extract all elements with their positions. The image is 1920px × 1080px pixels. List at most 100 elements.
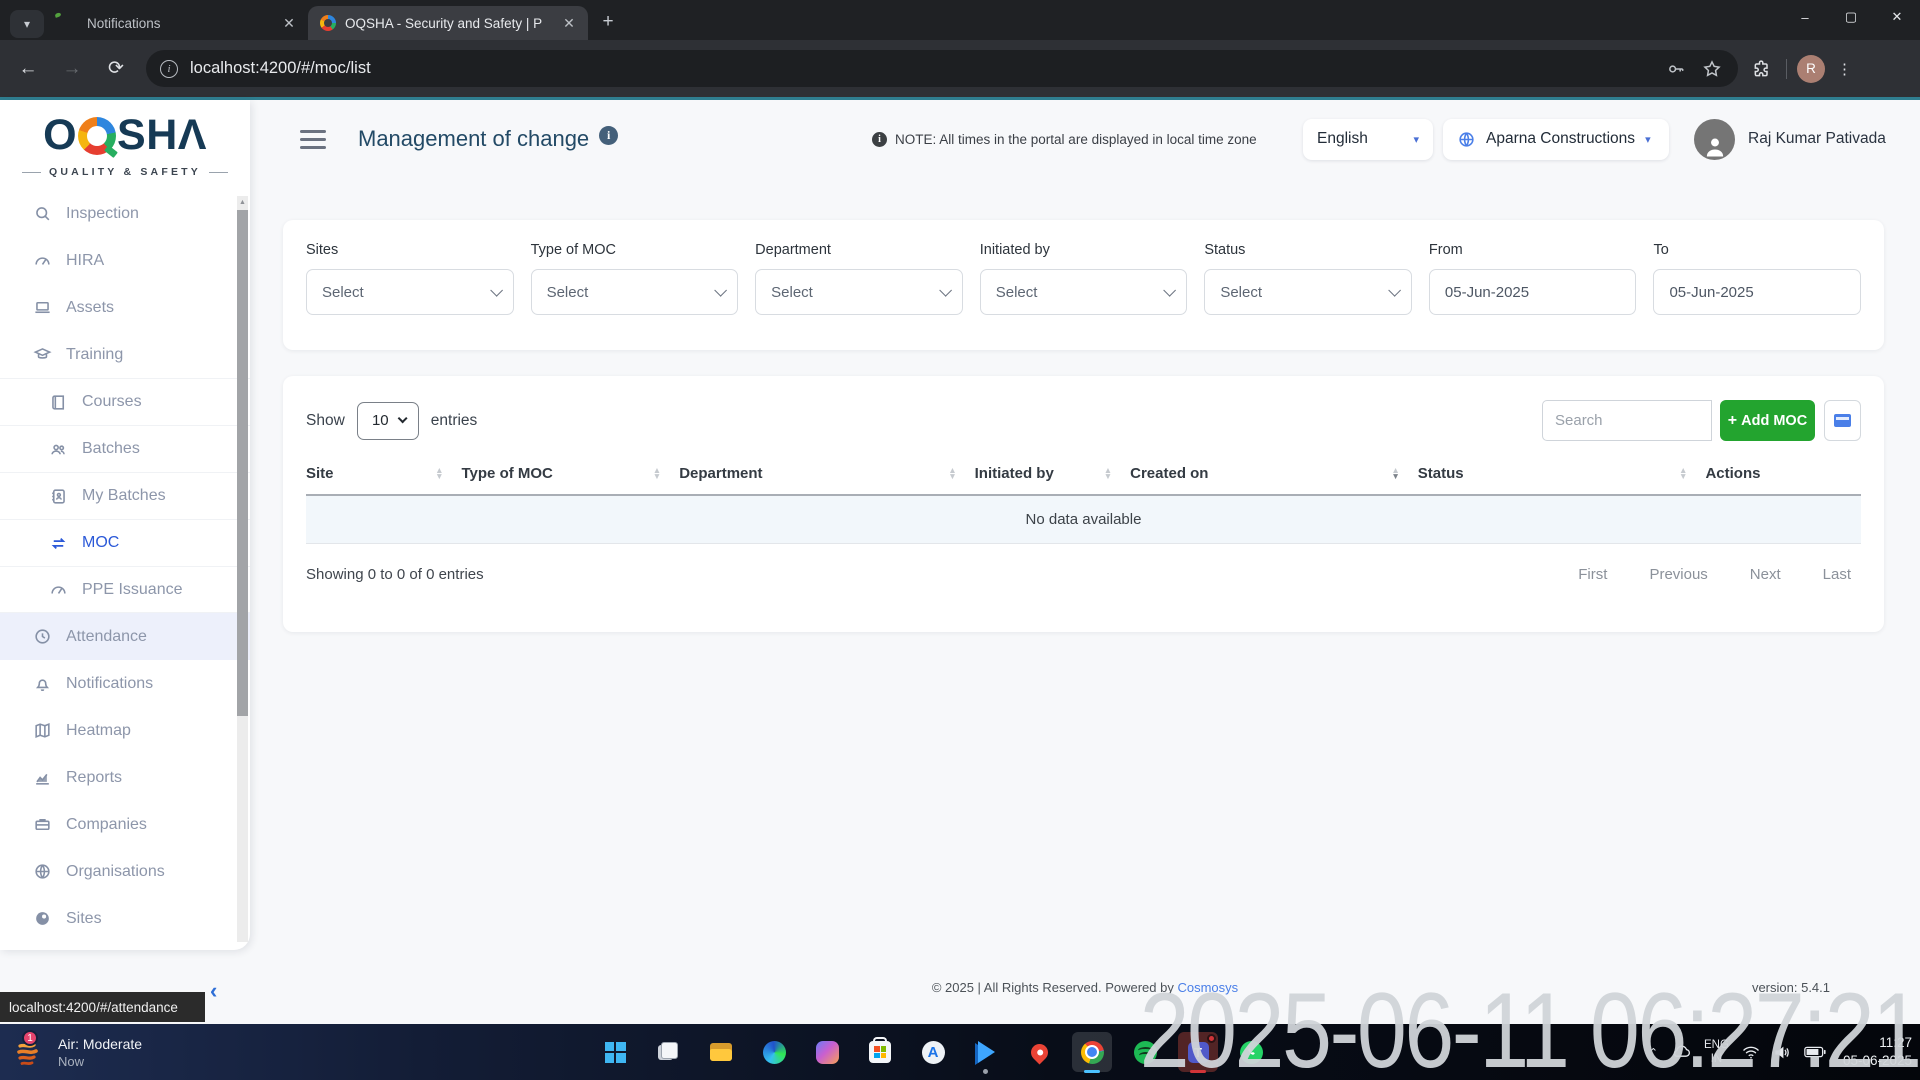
column-header-actions[interactable]: Actions [1705, 465, 1861, 482]
plus-icon: + [1728, 412, 1737, 430]
tab-close-icon[interactable]: ✕ [280, 14, 298, 32]
cosmosys-link[interactable]: Cosmosys [1177, 980, 1238, 995]
browser-menu-icon[interactable]: ⋮ [1837, 60, 1852, 78]
card-view-icon [1834, 414, 1851, 427]
type-of-moc-select[interactable]: Select [531, 269, 739, 315]
media-player-icon[interactable] [966, 1032, 1006, 1072]
user-menu[interactable]: Raj Kumar Pativada [1694, 119, 1886, 160]
tab-search-button[interactable]: ▾ [10, 10, 44, 38]
taskbar-clock[interactable]: 11:27 05-06-2025 [1843, 1034, 1912, 1069]
initiated-by-select[interactable]: Select [980, 269, 1188, 315]
sidebar-item-batches[interactable]: Batches [0, 425, 250, 472]
sidebar-item-organisations[interactable]: Organisations [0, 848, 250, 895]
pagination-previous[interactable]: Previous [1649, 566, 1707, 583]
column-header-initiated-by[interactable]: Initiated by▲▼ [975, 465, 1131, 482]
hamburger-menu-icon[interactable] [300, 130, 326, 149]
sidebar-item-assets[interactable]: Assets [0, 284, 250, 331]
wifi-icon[interactable] [1742, 1045, 1760, 1059]
sites-select[interactable]: Select [306, 269, 514, 315]
pagination-next[interactable]: Next [1750, 566, 1781, 583]
password-key-icon[interactable] [1664, 57, 1688, 81]
oqsha-logo[interactable]: OSHΛ QUALITY & SAFETY [0, 100, 250, 184]
pagination-first[interactable]: First [1578, 566, 1607, 583]
from-date-input[interactable]: 05-Jun-2025 [1429, 269, 1637, 315]
sidebar-item-courses[interactable]: Courses [0, 378, 250, 425]
page-size-select[interactable]: 10 [357, 402, 419, 440]
sidebar-item-moc[interactable]: MOC [0, 519, 250, 566]
sidebar-item-ppe-issuance[interactable]: PPE Issuance [0, 566, 250, 613]
browser-profile-avatar[interactable]: R [1797, 55, 1825, 83]
sidebar-item-training[interactable]: Training [0, 331, 250, 378]
to-date-input[interactable]: 05-Jun-2025 [1653, 269, 1861, 315]
battery-icon[interactable] [1804, 1046, 1826, 1058]
hidden-icons-chevron[interactable]: ⌃ [1649, 1046, 1658, 1059]
card-view-button[interactable] [1824, 400, 1861, 441]
sort-icon[interactable]: ▲▼ [435, 468, 443, 479]
spotify-icon[interactable] [1125, 1032, 1165, 1072]
sidebar-item-hira[interactable]: HIRA [0, 237, 250, 284]
column-header-site[interactable]: Site▲▼ [306, 465, 462, 482]
column-header-created-on[interactable]: Created on▲▼ [1130, 465, 1418, 482]
android-studio-icon[interactable]: A [913, 1032, 953, 1072]
task-view-icon[interactable] [648, 1032, 688, 1072]
filter-to: To 05-Jun-2025 [1653, 242, 1861, 315]
scroll-up-arrow[interactable]: ▲ [237, 196, 248, 208]
bookmark-star-icon[interactable] [1700, 57, 1724, 81]
maps-pin-icon[interactable] [1019, 1032, 1059, 1072]
status-select[interactable]: Select [1204, 269, 1412, 315]
sidebar-item-attendance[interactable]: Attendance [0, 613, 250, 660]
chrome-icon[interactable] [1072, 1032, 1112, 1072]
sidebar-item-inspection[interactable]: Inspection [0, 190, 250, 237]
volume-icon[interactable] [1773, 1045, 1791, 1060]
search-input[interactable] [1542, 400, 1712, 441]
column-header-status[interactable]: Status▲▼ [1418, 465, 1706, 482]
new-tab-button[interactable]: + [594, 8, 622, 36]
add-moc-button[interactable]: +Add MOC [1720, 400, 1815, 441]
forward-button[interactable]: → [56, 53, 88, 85]
teams-notification-badge [1207, 1034, 1216, 1043]
column-header-type-of-moc[interactable]: Type of MOC▲▼ [462, 465, 680, 482]
sort-icon[interactable]: ▲▼ [1679, 468, 1687, 479]
onedrive-cloud-icon[interactable] [1671, 1045, 1691, 1059]
sort-icon[interactable]: ▲▼ [948, 468, 956, 479]
sidebar-item-reports[interactable]: Reports [0, 754, 250, 801]
copilot-icon[interactable] [807, 1032, 847, 1072]
column-header-department[interactable]: Department▲▼ [679, 465, 974, 482]
organization-dropdown[interactable]: Aparna Constructions ▾ [1443, 119, 1669, 160]
teams-icon[interactable]: T [1178, 1032, 1218, 1072]
address-bar[interactable]: i localhost:4200/#/moc/list [146, 50, 1738, 87]
sidebar-item-notifications[interactable]: Notifications [0, 660, 250, 707]
maximize-button[interactable]: ▢ [1828, 0, 1874, 34]
sidebar-item-sites[interactable]: Sites [0, 895, 250, 942]
minimize-button[interactable]: – [1782, 0, 1828, 34]
edge-icon[interactable] [754, 1032, 794, 1072]
language-indicator[interactable]: ENGIN [1704, 1038, 1729, 1067]
sidebar-scrollbar-thumb[interactable] [237, 210, 248, 716]
language-dropdown[interactable]: English ▾ [1303, 119, 1433, 160]
reload-button[interactable]: ⟳ [100, 53, 132, 85]
tab-notifications[interactable]: Notifications ✕ [50, 6, 308, 40]
sidebar-item-heatmap[interactable]: Heatmap [0, 707, 250, 754]
tab-close-icon[interactable]: ✕ [560, 14, 578, 32]
extensions-icon[interactable] [1748, 59, 1776, 79]
url-text[interactable]: localhost:4200/#/moc/list [190, 59, 1652, 78]
weather-widget[interactable]: 1 Air: Moderate Now [12, 1034, 142, 1070]
sort-icon[interactable]: ▲▼ [1391, 468, 1399, 479]
back-button[interactable]: ← [12, 53, 44, 85]
sort-icon[interactable]: ▲▼ [1104, 468, 1112, 479]
sidebar-item-my-batches[interactable]: My Batches [0, 472, 250, 519]
microsoft-store-icon[interactable] [860, 1032, 900, 1072]
sidebar-item-companies[interactable]: Companies [0, 801, 250, 848]
sort-icon[interactable]: ▲▼ [653, 468, 661, 479]
close-button[interactable]: ✕ [1874, 0, 1920, 34]
file-explorer-icon[interactable] [701, 1032, 741, 1072]
sidebar-collapse-chevron[interactable]: ‹ [210, 978, 217, 1004]
site-info-icon[interactable]: i [160, 60, 178, 78]
whatsapp-icon[interactable] [1231, 1032, 1271, 1072]
start-button[interactable] [595, 1032, 635, 1072]
title-info-icon[interactable]: i [599, 126, 618, 145]
department-select[interactable]: Select [755, 269, 963, 315]
pagination-last[interactable]: Last [1823, 566, 1851, 583]
tab-oqsha[interactable]: OQSHA - Security and Safety | P ✕ [308, 6, 588, 40]
browser-toolbar: ← → ⟳ i localhost:4200/#/moc/list R ⋮ [0, 40, 1920, 97]
